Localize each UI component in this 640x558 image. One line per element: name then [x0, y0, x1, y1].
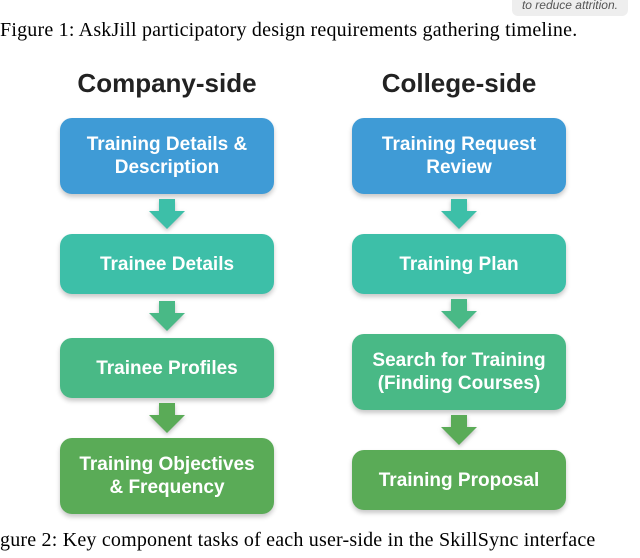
box-college-training-request-review: Training Request Review: [352, 118, 566, 194]
arrow-down-icon: [149, 301, 185, 331]
figure-1-caption: Figure 1: AskJill participatory design r…: [0, 18, 577, 42]
arrow-wrap: [344, 412, 574, 448]
arrow-down-icon: [441, 299, 477, 329]
arrow-wrap: [52, 196, 282, 232]
box-college-training-proposal: Training Proposal: [352, 450, 566, 510]
arrow-down-icon: [441, 199, 477, 229]
column-college-side: College-side Training Request Review Tra…: [344, 66, 574, 510]
box-company-trainee-profiles: Trainee Profiles: [60, 338, 274, 398]
arrow-wrap: [52, 400, 282, 436]
arrow-down-icon: [149, 403, 185, 433]
figure-2-diagram: Company-side Training Details & Descript…: [0, 66, 640, 522]
column-header-company: Company-side: [77, 66, 256, 100]
box-company-training-objectives: Training Objectives & Frequency: [60, 438, 274, 514]
arrow-down-icon: [149, 199, 185, 229]
box-college-search-for-training: Search for Training (Finding Courses): [352, 334, 566, 410]
cropped-snippet-pill: to reduce attrition.: [512, 0, 628, 16]
arrow-wrap: [344, 296, 574, 332]
figure-2-caption: gure 2: Key component tasks of each user…: [0, 528, 596, 552]
column-header-college: College-side: [382, 66, 537, 100]
box-college-training-plan: Training Plan: [352, 234, 566, 294]
column-company-side: Company-side Training Details & Descript…: [52, 66, 282, 514]
box-company-trainee-details: Trainee Details: [60, 234, 274, 294]
arrow-wrap: [344, 196, 574, 232]
arrow-down-icon: [441, 415, 477, 445]
box-company-training-details: Training Details & Description: [60, 118, 274, 194]
arrow-wrap: [52, 296, 282, 336]
